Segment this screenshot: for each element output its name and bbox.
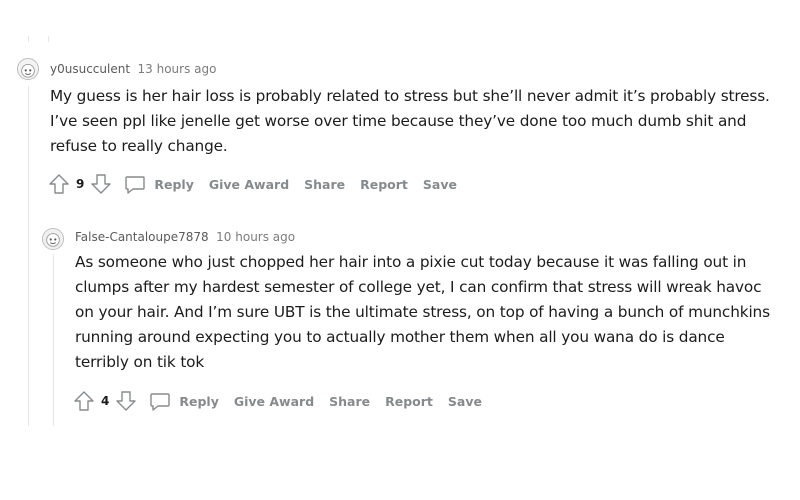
thread-line[interactable] xyxy=(28,86,29,426)
comment-line: on your hair. And I’m sure UBT is the ul… xyxy=(75,303,770,321)
reply-button[interactable]: Reply xyxy=(149,390,219,412)
vote-score: 9 xyxy=(76,177,85,191)
snoo-avatar-icon xyxy=(21,63,35,78)
comment-line: I’ve seen ppl like jenelle get worse ove… xyxy=(50,112,747,130)
thread-line-top xyxy=(48,36,49,42)
reply-button[interactable]: Reply xyxy=(124,173,194,195)
comment-body: My guess is her hair loss is probably re… xyxy=(50,84,770,159)
report-button[interactable]: Report xyxy=(360,177,408,192)
give-award-button[interactable]: Give Award xyxy=(209,177,289,192)
vote-score: 4 xyxy=(101,394,110,408)
share-button[interactable]: Share xyxy=(304,177,345,192)
user-avatar[interactable] xyxy=(17,58,39,80)
thread-line[interactable] xyxy=(53,254,54,426)
give-award-button[interactable]: Give Award xyxy=(234,394,314,409)
save-button[interactable]: Save xyxy=(423,177,457,192)
snoo-avatar-icon xyxy=(43,229,63,249)
upvote-icon[interactable] xyxy=(48,173,70,195)
reply-label: Reply xyxy=(179,393,219,409)
timestamp[interactable]: 13 hours ago xyxy=(138,62,217,76)
comment-line: My guess is her hair loss is probably re… xyxy=(50,87,770,105)
comment-bubble-icon xyxy=(150,393,171,411)
upvote-icon[interactable] xyxy=(73,390,95,412)
save-button[interactable]: Save xyxy=(448,394,482,409)
comment-actions: 9 Reply Give Award Share Report Save xyxy=(48,172,472,196)
username[interactable]: y0usucculent xyxy=(50,62,130,76)
username[interactable]: False-Cantaloupe7878 xyxy=(75,230,209,244)
report-button[interactable]: Report xyxy=(385,394,433,409)
timestamp[interactable]: 10 hours ago xyxy=(216,230,295,244)
comment-bubble-icon xyxy=(125,176,146,194)
comment-body: As someone who just chopped her hair int… xyxy=(75,250,770,375)
share-button[interactable]: Share xyxy=(329,394,370,409)
comment-meta: y0usucculent 13 hours ago xyxy=(50,62,216,76)
thread-line-top xyxy=(28,36,29,42)
comment-line: refuse to really change. xyxy=(50,137,228,155)
comment-line: running around expecting you to actually… xyxy=(75,328,725,346)
comment-line: clumps after my hardest semester of coll… xyxy=(75,278,762,296)
comment-actions: 4 Reply Give Award Share Report Save xyxy=(73,389,497,413)
downvote-icon[interactable] xyxy=(115,390,137,412)
comment-line: terribly on tik tok xyxy=(75,353,205,371)
downvote-icon[interactable] xyxy=(90,173,112,195)
comment-line: As someone who just chopped her hair int… xyxy=(75,253,747,271)
user-avatar[interactable] xyxy=(42,228,64,250)
reply-label: Reply xyxy=(154,176,194,192)
comment-meta: False-Cantaloupe7878 10 hours ago xyxy=(75,230,295,244)
